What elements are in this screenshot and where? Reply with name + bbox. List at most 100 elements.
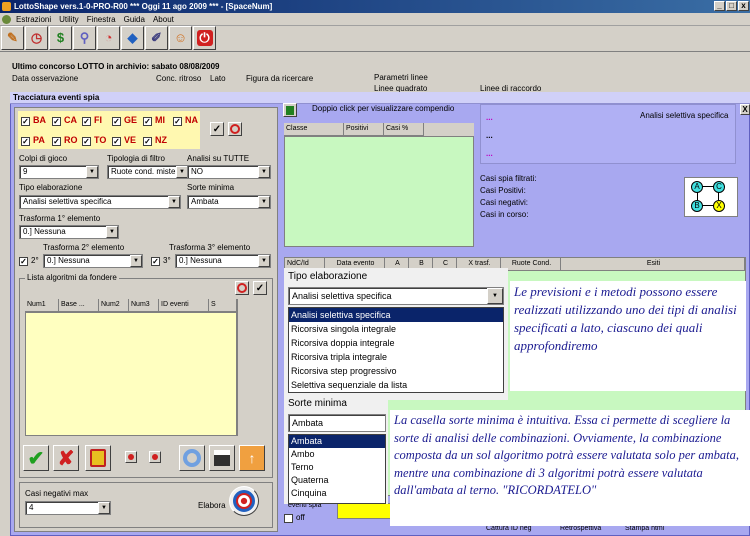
maximize-button[interactable]: □	[726, 1, 737, 11]
confirm-button[interactable]: ✔	[23, 445, 49, 471]
up-button[interactable]: ↑	[239, 445, 265, 471]
analisi-tutte-select[interactable]: NO ▼	[187, 165, 271, 179]
sorte-option-cinquina[interactable]: Cinquina	[289, 487, 385, 500]
city-checkbox-fi[interactable]: ✓	[82, 117, 91, 126]
city-checkbox-ca[interactable]: ✓	[52, 117, 61, 126]
app-menu-icon[interactable]	[2, 14, 11, 24]
toolbar-pencil-button[interactable]: ✎	[1, 26, 24, 50]
lista-col-num2[interactable]: Num2	[99, 299, 129, 312]
compendio-col-positivi[interactable]: Positivi	[344, 123, 384, 136]
menu-bar: Estrazioni Utility Finestra Guida About	[0, 13, 750, 26]
record-button-1[interactable]	[125, 451, 137, 463]
compendio-grid[interactable]	[284, 136, 474, 247]
close-button[interactable]: x	[738, 1, 749, 11]
popup-tipo-list[interactable]: Analisi selettiva specifica Ricorsiva si…	[288, 307, 504, 393]
casi-neg-select[interactable]: 4 ▼	[25, 501, 111, 515]
tipo-option-ricorsiva-singola[interactable]: Ricorsiva singola integrale	[289, 322, 503, 336]
lista-check-button[interactable]: ✓	[253, 281, 267, 295]
tipo-option-analisi-selettiva[interactable]: Analisi selettiva specifica	[289, 308, 503, 322]
minimize-button[interactable]: _	[714, 1, 725, 11]
filtro-select[interactable]: Ruote cond. miste ▼	[107, 165, 189, 179]
stampa-html-link[interactable]: Stampa html	[625, 525, 664, 532]
city-checkbox-nz[interactable]: ✓	[143, 137, 152, 146]
refresh-button[interactable]	[179, 445, 205, 471]
tipo-option-selettiva-sequenziale[interactable]: Selettiva sequenziale da lista	[289, 378, 503, 392]
lista-clear-button[interactable]	[235, 281, 249, 295]
lista-col-num1[interactable]: Num1	[25, 299, 59, 312]
lista-col-s[interactable]: S	[209, 299, 237, 312]
sorte-option-quaterna[interactable]: Quaterna	[289, 474, 385, 487]
toolbar-clock-button[interactable]: ◷	[25, 26, 48, 50]
toolbar-power-button[interactable]: ⏻	[193, 26, 216, 50]
menu-about[interactable]: About	[153, 15, 174, 24]
lista-col-num3[interactable]: Num3	[129, 299, 159, 312]
menu-estrazioni[interactable]: Estrazioni	[16, 15, 51, 24]
city-checkbox-na[interactable]: ✓	[173, 117, 182, 126]
city-checkbox-ba[interactable]: ✓	[21, 117, 30, 126]
off-checkbox[interactable]	[284, 514, 293, 523]
popup-sorte-list[interactable]: Ambata Ambo Terno Quaterna Cinquina	[288, 434, 386, 504]
bin-button[interactable]	[85, 445, 111, 471]
city-checkbox-ro[interactable]: ✓	[52, 137, 61, 146]
cattura-id-neg-link[interactable]: Cattura ID neg	[486, 525, 532, 532]
trasf3-checkbox[interactable]: ✓	[151, 257, 160, 266]
compendio-icon-button[interactable]	[283, 103, 297, 117]
trasf3-select[interactable]: 0.] Nessuna ▼	[175, 254, 271, 268]
city-checkbox-pa[interactable]: ✓	[21, 137, 30, 146]
toolbar-bulb-button[interactable]: ⚲	[73, 26, 96, 50]
city-label-mi: MI	[155, 115, 165, 125]
trasf2-select[interactable]: 0.] Nessuna ▼	[43, 254, 143, 268]
city-checkbox-mi[interactable]: ✓	[143, 117, 152, 126]
sorte-option-terno[interactable]: Terno	[289, 461, 385, 474]
select-all-button[interactable]: ✓	[210, 122, 224, 136]
record-button-2[interactable]	[149, 451, 161, 463]
tipo-value: Analisi selettiva specifica	[23, 197, 112, 206]
compendio-header: Classe Positivi Casi %	[284, 123, 474, 136]
menu-utility[interactable]: Utility	[59, 15, 79, 24]
city-checkbox-ge[interactable]: ✓	[112, 117, 121, 126]
tipo-option-ricorsiva-doppia[interactable]: Ricorsiva doppia integrale	[289, 336, 503, 350]
tipo-option-ricorsiva-step[interactable]: Ricorsiva step progressivo	[289, 364, 503, 378]
save-button[interactable]	[209, 445, 235, 471]
colpi-select[interactable]: 9 ▼	[19, 165, 99, 179]
city-label-nz: NZ	[155, 135, 167, 145]
city-label-na: NA	[185, 115, 198, 125]
tipo-option-ricorsiva-tripla[interactable]: Ricorsiva tripla integrale	[289, 350, 503, 364]
lista-col-base[interactable]: Base ...	[59, 299, 99, 312]
stat-filtrati: Casi spia filtrati:	[480, 174, 537, 183]
trasf1-select[interactable]: 0.] Nessuna ▼	[19, 225, 119, 239]
city-checkbox-ve[interactable]: ✓	[112, 137, 121, 146]
city-checkbox-to[interactable]: ✓	[82, 137, 91, 146]
toolbar-shape-button[interactable]: ◆	[121, 26, 144, 50]
trasf2-checkbox[interactable]: ✓	[19, 257, 28, 266]
users-icon: ☺	[173, 30, 188, 45]
ritardo-label: Conc. ritroso	[156, 74, 202, 83]
sorte-option-ambata[interactable]: Ambata	[289, 435, 385, 448]
popup-tipo-select[interactable]: Analisi selettiva specifica ▼	[288, 287, 504, 305]
popup-sorte-select[interactable]: Ambata	[288, 414, 386, 432]
menu-guida[interactable]: Guida	[124, 15, 145, 24]
compendio-col-classe[interactable]: Classe	[284, 123, 344, 136]
eventi-spia-field[interactable]	[337, 503, 395, 519]
menu-finestra[interactable]: Finestra	[87, 15, 116, 24]
lista-scrollbar[interactable]	[237, 299, 249, 436]
toolbar-dollar-button[interactable]: $	[49, 26, 72, 50]
delete-button[interactable]: ✘	[53, 445, 79, 471]
elabora-button[interactable]	[229, 486, 259, 516]
note-sorte-minima: La casella sorte minima è intuitiva. Ess…	[390, 410, 750, 526]
toolbar-chart-button[interactable]: ◔	[97, 26, 120, 50]
sorte-option-ambo[interactable]: Ambo	[289, 448, 385, 461]
retrospettiva-link[interactable]: Retrospettiva	[560, 525, 601, 532]
tipo-label: Tipo elaborazione	[19, 183, 83, 192]
spy-close-button[interactable]: X	[740, 104, 750, 115]
toolbar-edit-button[interactable]: ✐	[145, 26, 168, 50]
city-label-pa: PA	[33, 135, 45, 145]
sorte-select[interactable]: Ambata ▼	[187, 195, 271, 209]
lista-grid[interactable]	[25, 312, 237, 436]
chevron-down-icon: ▼	[130, 255, 142, 267]
deselect-all-button[interactable]	[228, 122, 242, 136]
toolbar-users-button[interactable]: ☺	[169, 26, 192, 50]
tipo-select[interactable]: Analisi selettiva specifica ▼	[19, 195, 181, 209]
lista-col-id-eventi[interactable]: ID eventi	[159, 299, 209, 312]
compendio-col-casi[interactable]: Casi %	[384, 123, 424, 136]
